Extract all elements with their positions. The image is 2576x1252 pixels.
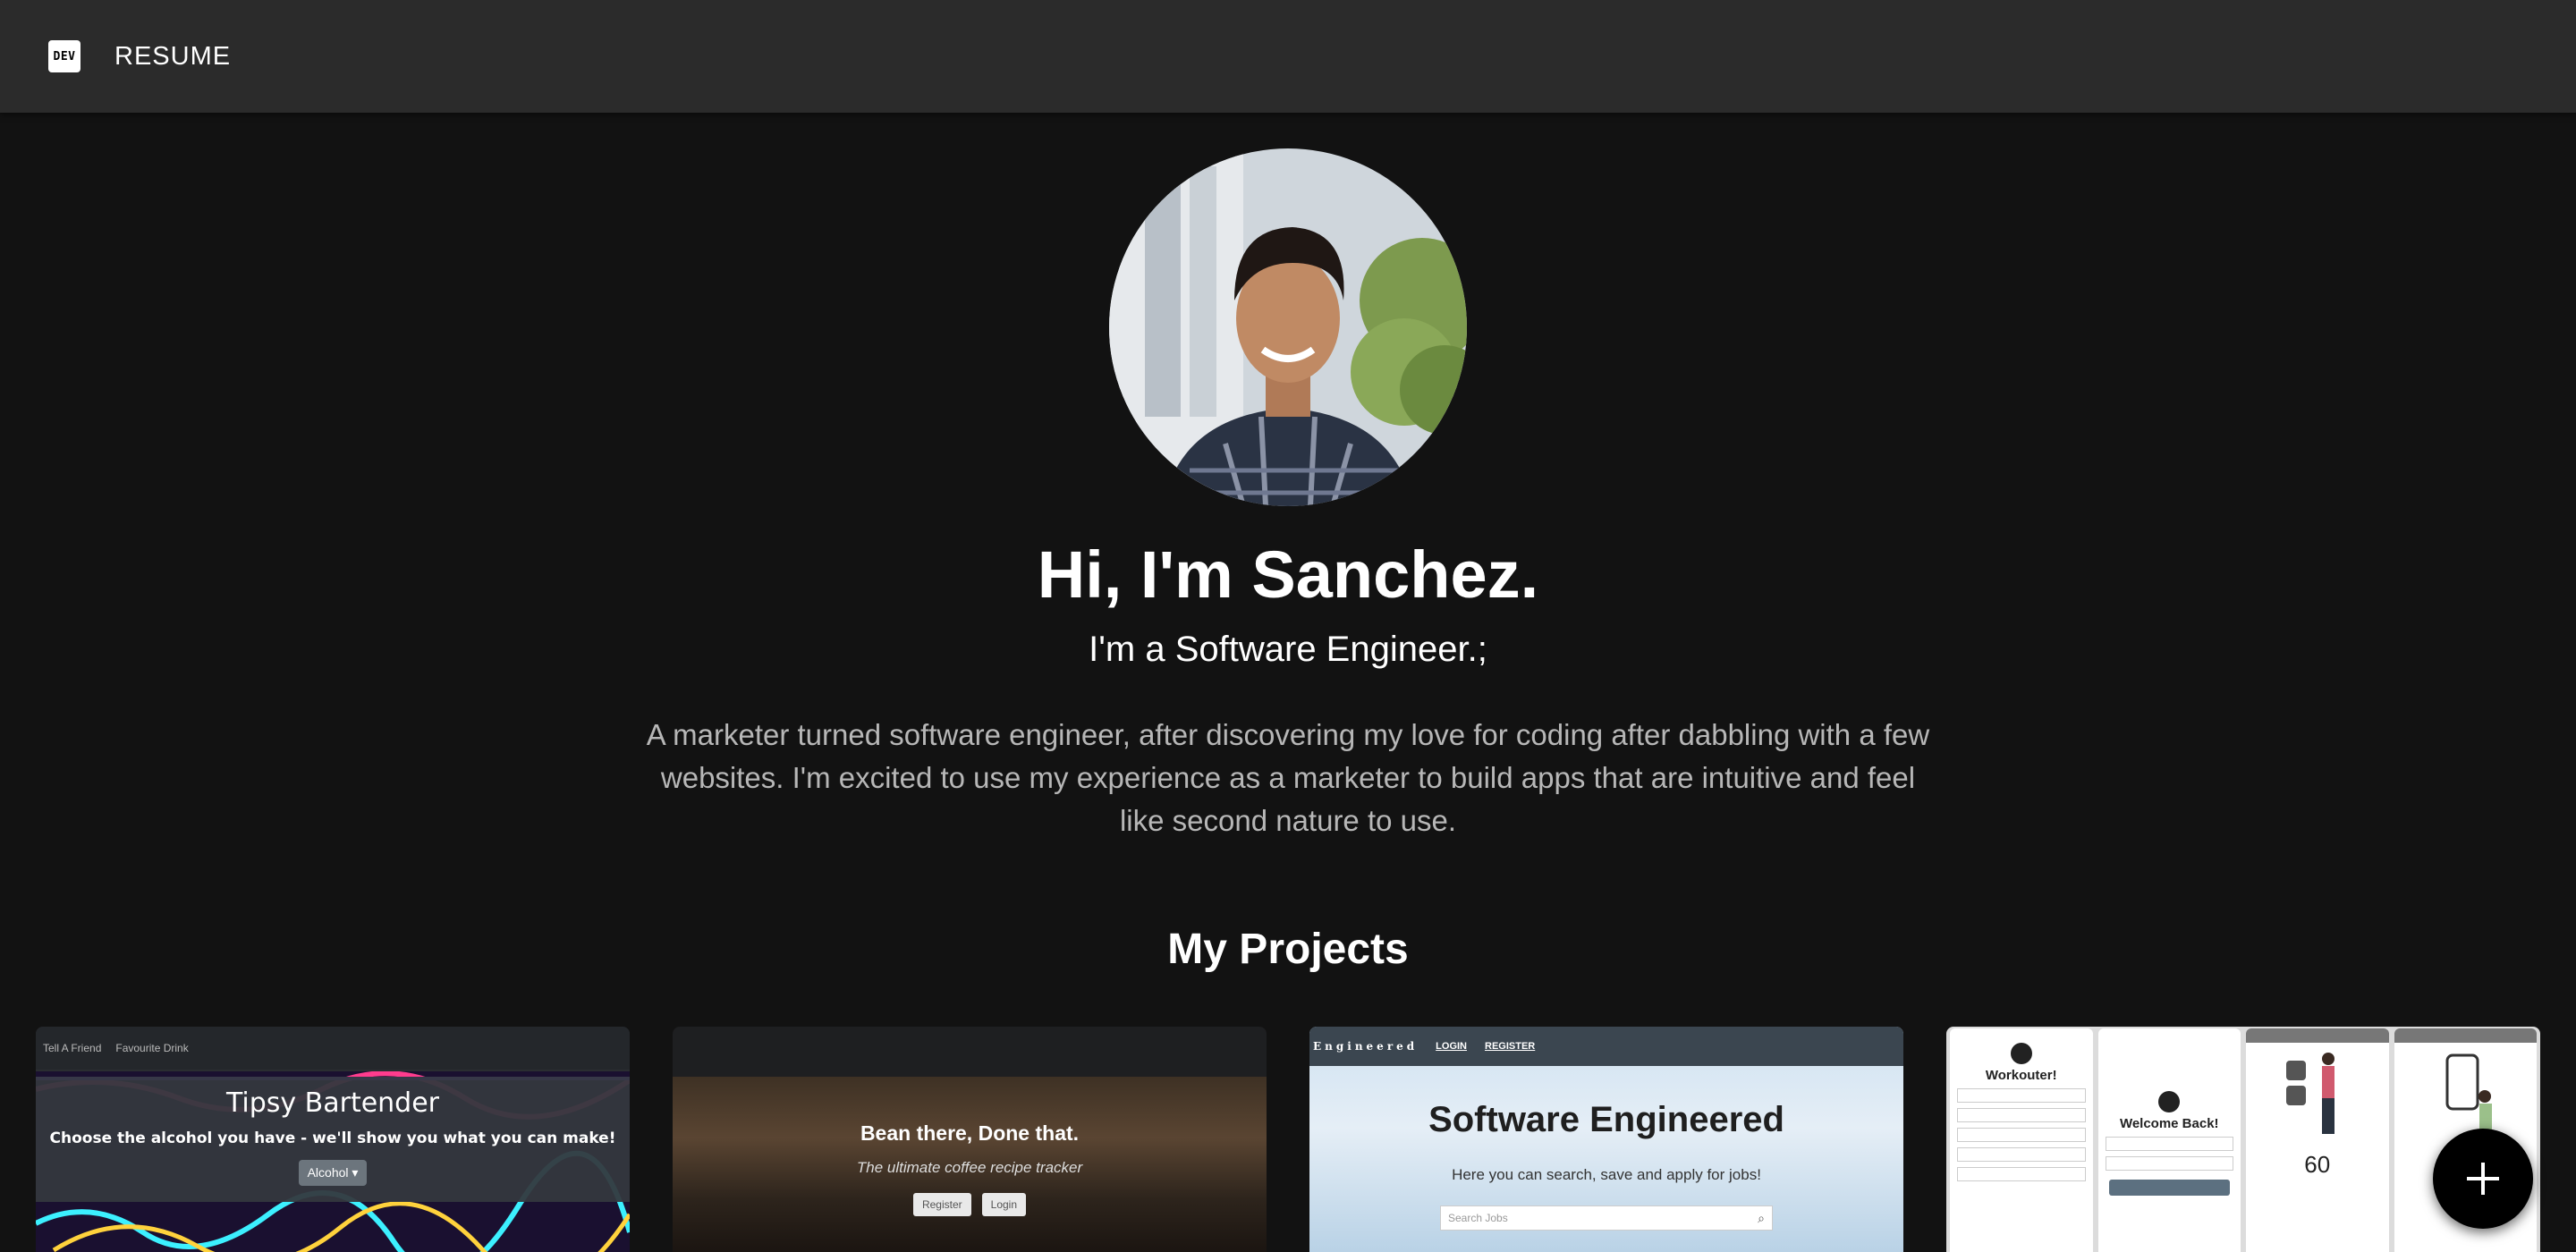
sign-in-button <box>2108 1180 2230 1196</box>
project-preview-hero: Tipsy Bartender Choose the alcohol you h… <box>36 1071 630 1252</box>
dropdown-label: Alcohol <box>307 1165 349 1180</box>
runner-icon <box>2010 1043 2032 1064</box>
workout-illustration <box>2285 1053 2334 1134</box>
project-title: Bean there, Done that. <box>860 1121 1080 1145</box>
runner-icon <box>2158 1091 2181 1112</box>
avatar <box>1109 148 1467 506</box>
top-app-bar: DEV RESUME <box>0 0 2576 113</box>
avatar-photo <box>1109 148 1467 506</box>
hero-panel: Tipsy Bartender Choose the alcohol you h… <box>36 1077 630 1202</box>
login-button[interactable]: Login <box>981 1193 1027 1216</box>
projects-heading: My Projects <box>1167 926 1409 973</box>
caret-down-icon: ▾ <box>352 1165 359 1180</box>
project-subtitle: Here you can search, save and apply for … <box>1452 1166 1761 1183</box>
bio-text: A marketer turned software engineer, aft… <box>646 718 1930 837</box>
search-placeholder: Search Jobs <box>1448 1212 1508 1224</box>
nav-item: Tell A Friend <box>43 1042 102 1054</box>
screen-title: Welcome Back! <box>2119 1116 2219 1131</box>
app-title[interactable]: RESUME <box>114 42 231 72</box>
project-card-tipsy-bartender[interactable]: Tell A Friend Favourite Drink Tipsy Bart… <box>36 1027 630 1252</box>
nav-item: Favourite Drink <box>115 1042 189 1054</box>
auth-buttons: Register Login <box>673 1193 1267 1216</box>
project-subtitle: Choose the alcohol you have - we'll show… <box>49 1129 616 1147</box>
project-title: Tipsy Bartender <box>225 1087 440 1119</box>
add-fab-button[interactable] <box>2433 1129 2533 1229</box>
search-icon: ⌕ <box>1758 1211 1765 1225</box>
phone-screen: Welcome Back! <box>2097 1028 2241 1252</box>
project-preview-nav: Tell A Friend Favourite Drink <box>36 1027 630 1070</box>
login-link[interactable]: LOGIN <box>1436 1041 1467 1052</box>
screen-title: Workouter! <box>1985 1068 2057 1083</box>
greeting-heading: Hi, I'm Sanchez. <box>1037 537 1539 612</box>
register-button[interactable]: Register <box>912 1193 971 1216</box>
role-subtitle: I'm a Software Engineer.; <box>1089 630 1487 669</box>
project-preview-nav: Engineered LOGIN REGISTER <box>1309 1027 1903 1066</box>
alcohol-dropdown[interactable]: Alcohol ▾ <box>298 1160 368 1186</box>
phone-illustration <box>2445 1053 2493 1134</box>
project-subtitle: The ultimate coffee recipe tracker <box>856 1159 1083 1176</box>
project-title: Software Engineered <box>1428 1100 1784 1139</box>
search-jobs-input[interactable]: Search Jobs ⌕ <box>1440 1205 1773 1231</box>
counter-value: 60 <box>2304 1151 2331 1178</box>
mini-brand: Engineered <box>1313 1040 1419 1053</box>
phone-screen: Workouter! <box>1950 1028 2093 1252</box>
project-card-bean-there[interactable]: Bean there, Done that. The ultimate coff… <box>673 1027 1267 1252</box>
project-card-software-engineered[interactable]: Engineered LOGIN REGISTER Software Engin… <box>1309 1027 1903 1252</box>
dev-logo[interactable]: DEV <box>48 40 80 72</box>
register-link[interactable]: REGISTER <box>1485 1041 1535 1052</box>
phone-screen: 60 <box>2246 1028 2389 1252</box>
plus-icon <box>2467 1163 2499 1195</box>
